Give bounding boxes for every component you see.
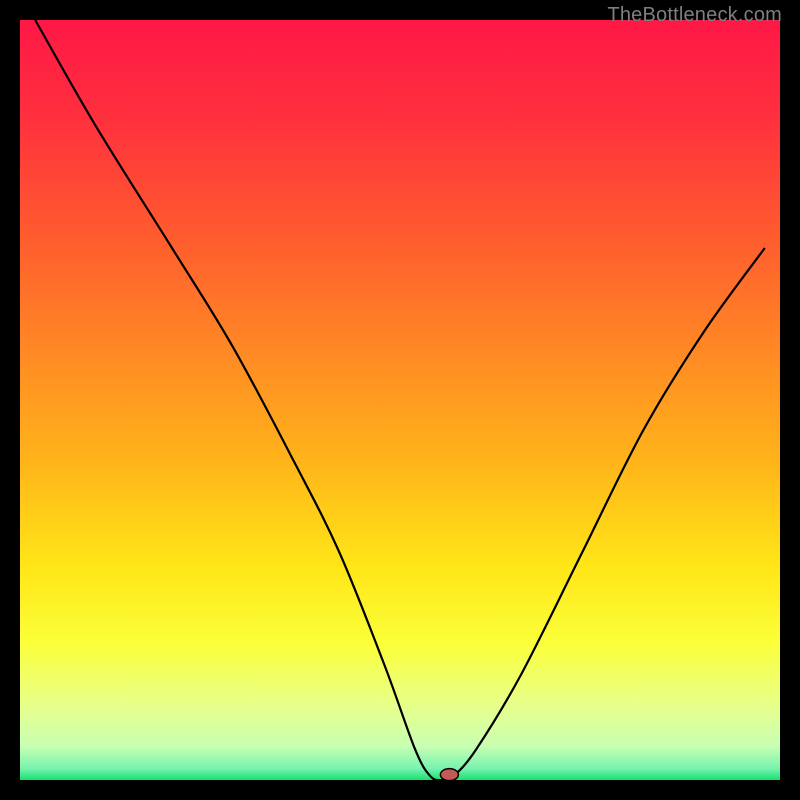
gradient-background [20, 20, 780, 780]
chart-frame: TheBottleneck.com [0, 0, 800, 800]
chart-svg [20, 20, 780, 780]
optimal-point-marker [440, 769, 458, 780]
watermark-text: TheBottleneck.com [607, 4, 782, 27]
chart-plot-area [20, 20, 780, 780]
